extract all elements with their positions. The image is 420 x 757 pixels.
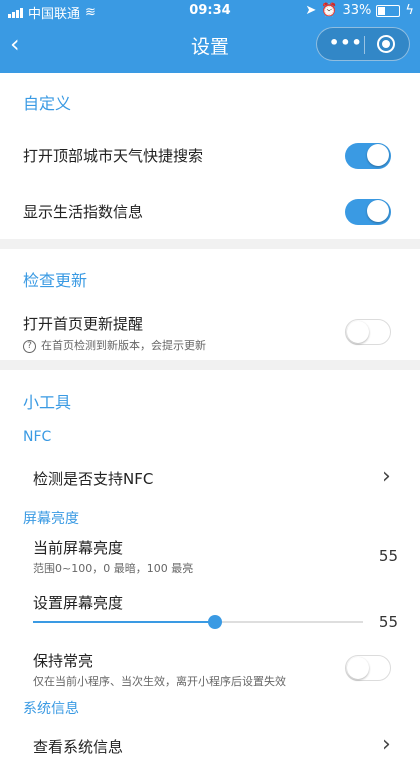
toggle-weather-search[interactable] [345, 143, 391, 169]
subsection-title-brightness: 屏幕亮度 [23, 511, 79, 527]
toggle-life-index[interactable] [345, 199, 391, 225]
keep-screen-on-hint: 仅在当前小程序、当次生效，离开小程序后设置失效 [33, 675, 286, 688]
question-icon: ? [23, 340, 36, 353]
section-title-custom: 自定义 [23, 94, 72, 113]
current-brightness-value: 55 [378, 547, 398, 565]
status-bar: 中国联通 ≋ 09:34 ➤ ⏰ 33% ϟ [0, 0, 420, 22]
location-icon: ➤ [305, 3, 317, 18]
top-bar: 中国联通 ≋ 09:34 ➤ ⏰ 33% ϟ ‹ 设置 ••• [0, 0, 420, 73]
section-title-tools: 小工具 [23, 393, 72, 412]
battery-percent: 33% [342, 3, 372, 18]
capsule-divider [364, 36, 365, 54]
check-nfc-label[interactable]: 检测是否支持NFC [33, 468, 153, 489]
keep-screen-on-label: 保持常亮 [33, 652, 94, 670]
current-brightness-label: 当前屏幕亮度 [33, 539, 124, 557]
toggle-keep-screen-on[interactable] [345, 655, 391, 681]
brightness-slider-fill [33, 621, 215, 623]
set-brightness-label: 设置屏幕亮度 [33, 594, 124, 612]
toggle-update-reminder[interactable] [345, 319, 391, 345]
brightness-slider-value: 55 [378, 613, 398, 631]
section-divider [0, 360, 420, 370]
alarm-icon: ⏰ [321, 3, 338, 18]
mini-program-capsule: ••• [316, 27, 410, 61]
charging-icon: ϟ [405, 3, 414, 18]
setting-label-weather-search: 打开顶部城市天气快捷搜索 [23, 147, 204, 165]
section-divider [0, 239, 420, 249]
update-reminder-hint: ? 在首页检测到新版本，会提示更新 [23, 337, 206, 354]
chevron-right-icon[interactable]: › [382, 732, 391, 757]
subsection-title-nfc: NFC [23, 429, 52, 445]
section-title-update: 检查更新 [23, 271, 88, 290]
subsection-title-system: 系统信息 [23, 701, 79, 717]
brightness-slider[interactable] [33, 615, 363, 629]
battery-icon [376, 4, 401, 17]
chevron-right-icon[interactable]: › [382, 464, 391, 489]
setting-label-update-reminder: 打开首页更新提醒 [23, 315, 144, 333]
brightness-slider-thumb[interactable] [207, 615, 222, 629]
setting-label-life-index: 显示生活指数信息 [23, 203, 144, 221]
more-dots-icon[interactable]: ••• [329, 33, 363, 52]
record-circle-icon[interactable] [377, 35, 395, 53]
current-brightness-hint: 范围0~100，0 最暗，100 最亮 [33, 562, 194, 575]
update-reminder-hint-text: 在首页检测到新版本，会提示更新 [41, 339, 206, 352]
